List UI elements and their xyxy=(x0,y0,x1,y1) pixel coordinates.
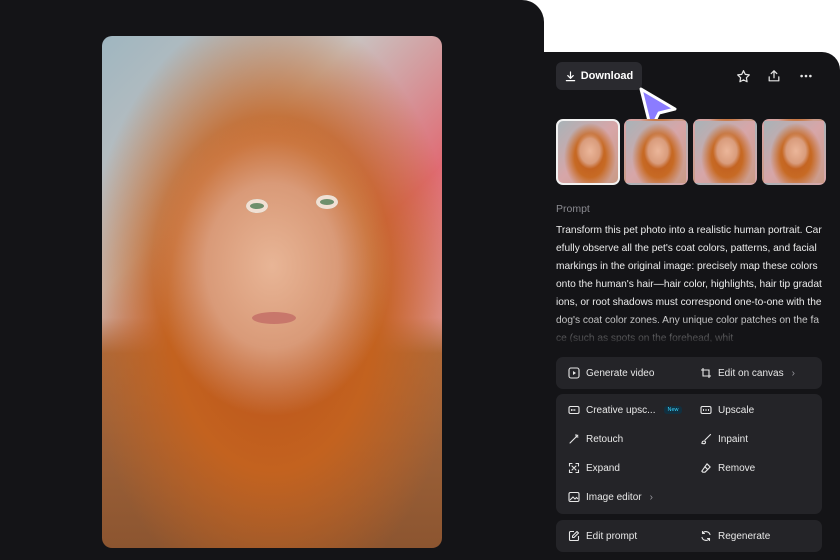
brush-icon xyxy=(701,433,712,445)
edit-prompt-button[interactable]: Edit prompt xyxy=(568,530,637,542)
edit-prompt-label: Edit prompt xyxy=(586,530,638,542)
portrait-lips xyxy=(252,312,296,324)
image-editor-label: Image editor xyxy=(586,491,642,503)
crop-icon xyxy=(701,368,711,378)
retouch-button[interactable]: Retouch xyxy=(568,433,623,445)
prompt-fade-overlay xyxy=(544,314,840,350)
creative-upscale-label: Creative upsc... xyxy=(586,404,656,416)
generate-video-button[interactable]: Generate video xyxy=(568,367,654,379)
share-button[interactable] xyxy=(764,66,784,86)
generated-portrait-image[interactable] xyxy=(102,36,442,548)
magic-wand-icon xyxy=(569,433,579,444)
regenerate-label: Regenerate xyxy=(718,530,771,542)
download-button[interactable]: Download xyxy=(556,62,642,90)
edit-on-canvas-label: Edit on canvas xyxy=(718,367,784,379)
expand-label: Expand xyxy=(586,462,620,474)
edit-tools-card: Creative upsc... New Upscale Retouch Inp… xyxy=(556,394,822,514)
upscale-icon xyxy=(700,405,712,415)
share-icon xyxy=(768,70,780,82)
download-label: Download xyxy=(580,70,634,82)
refresh-icon xyxy=(701,530,711,542)
more-icon xyxy=(800,74,812,78)
chevron-right-icon: › xyxy=(791,367,795,379)
eraser-icon xyxy=(701,463,711,473)
favorite-button[interactable] xyxy=(733,66,753,86)
thumbnail-2[interactable] xyxy=(624,119,688,185)
portrait-eye-left xyxy=(246,199,268,213)
more-options-button[interactable] xyxy=(796,66,816,86)
details-panel: Download Prompt Transform this pet photo… xyxy=(544,52,840,560)
download-icon xyxy=(565,70,575,81)
inpaint-label: Inpaint xyxy=(718,433,749,445)
thumbnail-4[interactable] xyxy=(762,119,826,185)
upscale-label: Upscale xyxy=(718,404,755,416)
retouch-label: Retouch xyxy=(586,433,624,445)
expand-button[interactable]: Expand xyxy=(568,462,620,474)
chevron-right-icon: › xyxy=(649,491,653,503)
remove-label: Remove xyxy=(718,462,756,474)
star-icon xyxy=(736,69,750,82)
image-icon xyxy=(568,491,580,503)
new-badge: New xyxy=(664,406,682,414)
expand-icon xyxy=(568,462,580,474)
play-icon xyxy=(568,367,580,379)
generate-video-label: Generate video xyxy=(586,367,655,379)
prompt-actions-card: Edit prompt Regenerate xyxy=(556,520,822,552)
creative-upscale-button[interactable]: Creative upsc... New xyxy=(568,404,682,416)
edit-icon xyxy=(568,530,580,542)
hd-icon xyxy=(568,405,580,415)
portrait-eye-right xyxy=(316,195,338,209)
edit-on-canvas-button[interactable]: Edit on canvas › xyxy=(700,367,795,379)
thumbnail-3[interactable] xyxy=(693,119,757,185)
prompt-label: Prompt xyxy=(556,203,590,215)
regenerate-button[interactable]: Regenerate xyxy=(700,530,770,542)
upscale-button[interactable]: Upscale xyxy=(700,404,754,416)
image-editor-button[interactable]: Image editor › xyxy=(568,491,653,503)
inpaint-button[interactable]: Inpaint xyxy=(700,433,748,445)
image-preview-panel xyxy=(0,0,544,560)
thumbnail-1[interactable] xyxy=(556,119,620,185)
primary-actions-card: Generate video Edit on canvas › xyxy=(556,357,822,389)
remove-button[interactable]: Remove xyxy=(700,462,755,474)
